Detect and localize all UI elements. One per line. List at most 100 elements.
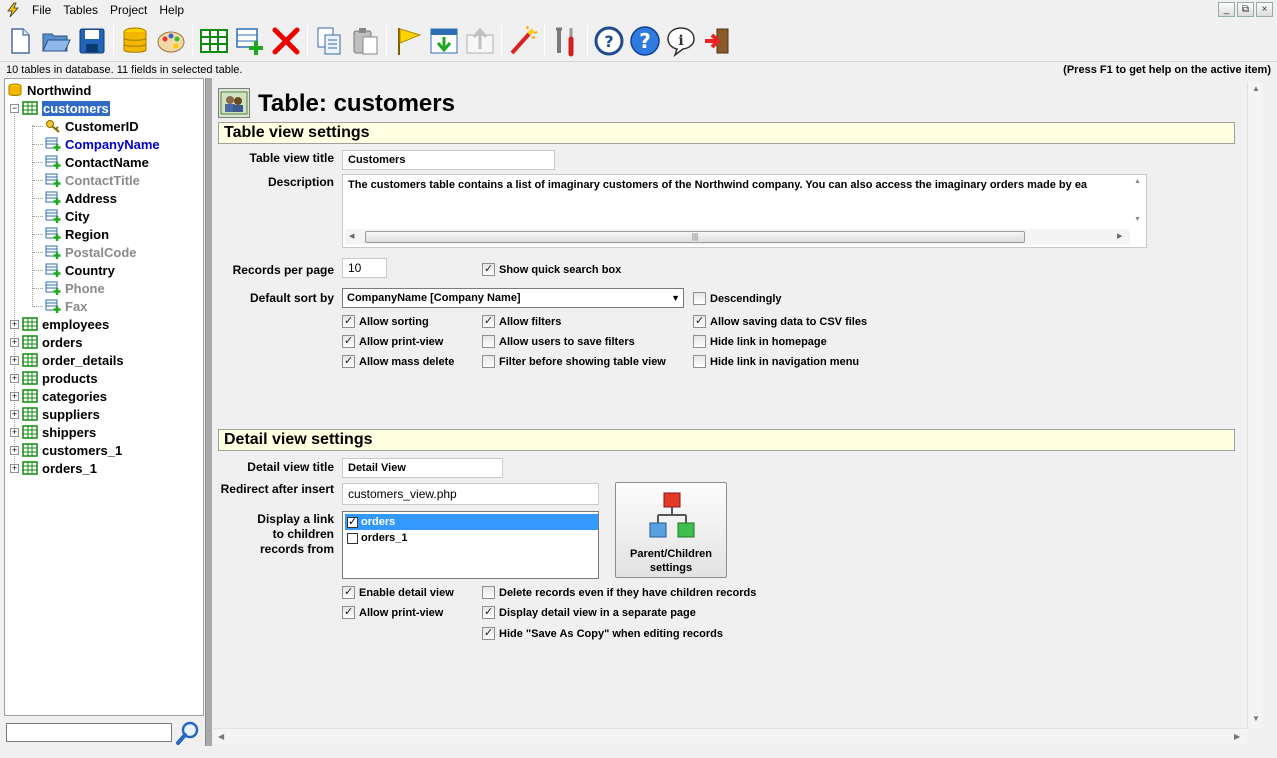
scroll-left-arrow-icon[interactable]: ◀ (349, 232, 354, 240)
checkbox-box[interactable] (693, 292, 706, 305)
detail-view-title-field[interactable]: Detail View (342, 458, 503, 478)
close-button[interactable]: × (1256, 2, 1273, 17)
description-field[interactable]: The customers table contains a list of i… (342, 174, 1147, 248)
menu-help[interactable]: Help (153, 3, 190, 17)
checkbox-box[interactable] (693, 335, 706, 348)
paste-icon[interactable] (347, 23, 383, 59)
description-vscroll[interactable]: ▲ ▼ (1131, 176, 1145, 228)
expand-icon[interactable]: + (10, 337, 19, 347)
exit-icon[interactable] (699, 23, 735, 59)
option-checkbox[interactable]: Filter before showing table view (482, 355, 666, 368)
menu-project[interactable]: Project (104, 3, 153, 17)
expand-icon[interactable]: + (10, 427, 19, 437)
scroll-down-arrow-icon[interactable]: ▼ (1134, 216, 1141, 223)
scroll-thumb[interactable]: ||| (365, 231, 1025, 243)
list-item[interactable]: orders (345, 514, 598, 530)
menu-file[interactable]: File (26, 3, 57, 17)
scroll-right-arrow-icon[interactable]: ▶ (1117, 232, 1122, 240)
export-icon[interactable] (462, 23, 498, 59)
chevron-down-icon[interactable]: ▼ (671, 289, 680, 307)
option-checkbox[interactable]: Enable detail view (342, 585, 454, 599)
default-sort-select[interactable]: CompanyName [Company Name] ▼ (342, 288, 684, 308)
descending-checkbox[interactable]: Descendingly (693, 292, 782, 305)
checkbox-box[interactable] (482, 355, 495, 368)
tree-field-item[interactable]: CompanyName (33, 135, 160, 153)
expand-icon[interactable]: + (10, 373, 19, 383)
scroll-left-arrow-icon[interactable]: ◀ (218, 732, 224, 741)
option-checkbox[interactable]: Display detail view in a separate page (482, 605, 696, 619)
records-per-page-field[interactable]: 10 (342, 258, 387, 278)
option-checkbox[interactable]: Allow users to save filters (482, 335, 635, 348)
checkbox-box[interactable] (347, 515, 358, 528)
add-field-icon[interactable] (232, 23, 268, 59)
help-question-icon[interactable]: ? (627, 23, 663, 59)
redirect-after-insert-field[interactable]: customers_view.php (342, 483, 599, 505)
checkbox-box[interactable] (482, 314, 495, 328)
delete-icon[interactable] (268, 23, 304, 59)
tree-item-order_details[interactable]: + order_details (10, 351, 124, 369)
tree-field-item[interactable]: CustomerID (33, 117, 139, 135)
checkbox-box[interactable] (482, 586, 495, 599)
description-hscroll[interactable]: ◀ ||| ▶ (345, 229, 1130, 245)
tree-field-item[interactable]: ContactTitle (33, 171, 140, 189)
option-checkbox[interactable]: Allow print-view (342, 605, 443, 619)
search-icon[interactable] (175, 720, 201, 746)
checkbox-box[interactable] (342, 585, 355, 599)
tree-field-item[interactable]: PostalCode (33, 243, 137, 261)
tree-item-customers_1[interactable]: + customers_1 (10, 441, 122, 459)
tree-field-item[interactable]: Region (33, 225, 109, 243)
checkbox-box[interactable] (693, 314, 706, 328)
tree-field-item[interactable]: Country (33, 261, 115, 279)
checkbox-box[interactable] (482, 626, 495, 640)
option-checkbox[interactable]: Allow saving data to CSV files (693, 314, 867, 328)
expand-icon[interactable]: + (10, 463, 19, 473)
collapse-icon[interactable]: − (10, 103, 19, 113)
checkbox-box[interactable] (342, 354, 355, 368)
tree-item-orders[interactable]: + orders (10, 333, 82, 351)
checkbox-box[interactable] (482, 605, 495, 619)
minimize-button[interactable]: _ (1218, 2, 1235, 17)
expand-icon[interactable]: + (10, 445, 19, 455)
option-checkbox[interactable]: Delete records even if they have childre… (482, 586, 756, 599)
panel-splitter[interactable] (205, 78, 212, 746)
menu-tables[interactable]: Tables (57, 3, 104, 17)
tree-field-item[interactable]: Address (33, 189, 117, 207)
checkbox-box[interactable] (482, 335, 495, 348)
tree-item-products[interactable]: + products (10, 369, 98, 387)
parent-children-settings-button[interactable]: Parent/Children settings (615, 482, 727, 578)
checkbox-box[interactable] (342, 314, 355, 328)
option-checkbox[interactable]: Allow filters (482, 314, 561, 328)
tree-item-suppliers[interactable]: + suppliers (10, 405, 100, 423)
database-icon[interactable] (117, 23, 153, 59)
tree-item-shippers[interactable]: + shippers (10, 423, 96, 441)
help-lifebuoy-icon[interactable]: ? (591, 23, 627, 59)
import-icon[interactable] (426, 23, 462, 59)
option-checkbox[interactable]: Hide link in navigation menu (693, 355, 859, 368)
wizard-icon[interactable] (505, 23, 541, 59)
tree-item-orders_1[interactable]: + orders_1 (10, 459, 97, 477)
option-checkbox[interactable]: Allow sorting (342, 314, 429, 328)
save-icon[interactable] (74, 23, 110, 59)
restore-button[interactable]: ⧉ (1237, 2, 1254, 17)
checkbox-box[interactable] (482, 262, 495, 276)
tree-search-input[interactable] (6, 723, 172, 742)
flag-icon[interactable] (390, 23, 426, 59)
tree-item-customers[interactable]: − customers (10, 99, 111, 117)
tree-field-item[interactable]: City (33, 207, 90, 225)
vertical-scrollbar[interactable]: ▲ ▼ (1247, 82, 1263, 728)
info-icon[interactable]: i (663, 23, 699, 59)
tree-field-item[interactable]: Fax (33, 297, 87, 315)
scroll-up-arrow-icon[interactable]: ▲ (1134, 178, 1141, 185)
copy-icon[interactable] (311, 23, 347, 59)
list-item[interactable]: orders_1 (345, 530, 598, 546)
checkbox-box[interactable] (347, 532, 358, 544)
table-icon[interactable] (196, 23, 232, 59)
option-checkbox[interactable]: Allow print-view (342, 334, 443, 348)
new-file-icon[interactable] (2, 23, 38, 59)
tools-icon[interactable] (548, 23, 584, 59)
tree-field-item[interactable]: Phone (33, 279, 105, 297)
tree-root[interactable]: Northwind (7, 81, 91, 99)
scroll-up-arrow-icon[interactable]: ▲ (1252, 84, 1260, 93)
expand-icon[interactable]: + (10, 355, 19, 365)
scroll-down-arrow-icon[interactable]: ▼ (1252, 714, 1260, 723)
